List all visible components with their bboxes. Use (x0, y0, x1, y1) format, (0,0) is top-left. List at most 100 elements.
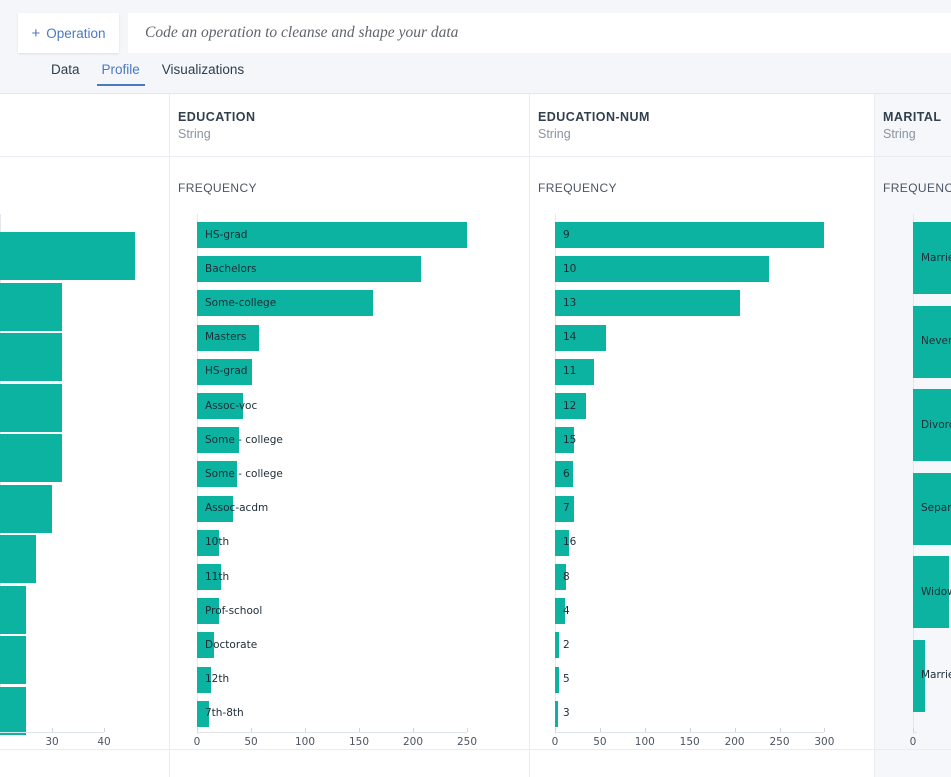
axis-tick-mark (413, 728, 414, 732)
add-operation-button[interactable]: + Operation (18, 13, 119, 53)
axis-tick-label: 0 (193, 736, 201, 748)
bar[interactable] (555, 632, 560, 659)
column-type: String (538, 127, 571, 141)
axis-tick-label: 250 (769, 736, 790, 748)
bar[interactable] (0, 383, 63, 432)
tab-visualizations[interactable]: Visualizations (151, 57, 255, 86)
column-name: EDUCATION (178, 110, 256, 124)
bar-label: Bachelors (205, 262, 257, 275)
axis-tick-label: 250 (456, 736, 478, 748)
bar-label: 11th (205, 570, 230, 583)
column-metric-label: FREQUENCY (178, 181, 257, 195)
bar[interactable] (0, 585, 26, 634)
axis-rule (913, 732, 917, 733)
bar[interactable] (555, 666, 560, 693)
axis-tick-label: 0 (551, 736, 559, 748)
bar-label: 5 (563, 673, 570, 686)
axis-rule (555, 732, 825, 733)
axis-tick-label: 50 (593, 736, 607, 748)
bar[interactable] (555, 700, 558, 727)
column-header-education: EDUCATION String (170, 94, 529, 157)
bar-label: HS-grad (205, 365, 248, 378)
bar-label: Widowe (921, 585, 951, 598)
column-type: String (883, 127, 916, 141)
axis-tick-label: 300 (814, 736, 835, 748)
column-scrolled-partial[interactable]: 30 40 (0, 94, 170, 777)
bar[interactable] (555, 222, 825, 248)
bar[interactable] (555, 290, 740, 317)
bar-label: Assoc-acdm (205, 502, 269, 515)
bar-label: 16 (563, 536, 577, 549)
axis-tick-mark (913, 728, 914, 732)
frequency-chart-scrolled: 30 40 (0, 214, 169, 777)
axis-tick-mark (734, 728, 736, 732)
bar-label: 12 (563, 399, 577, 412)
bar-label: 7th-8th (205, 707, 244, 720)
column-type: String (178, 127, 211, 141)
column-header (0, 94, 169, 157)
bar-label: 2 (563, 638, 570, 651)
column-marital[interactable]: MARITAL String FREQUENCY Married Never-m D… (875, 94, 951, 777)
tab-data[interactable]: Data (40, 57, 91, 86)
bar[interactable] (0, 484, 52, 533)
bar-label: Doctorate (205, 638, 258, 651)
plot-area: 9 10 13 14 11 12 15 6 7 16 8 4 2 5 3 (530, 214, 874, 734)
bar-label: Prof-school (205, 604, 263, 617)
tab-bar: Data Profile Visualizations (0, 57, 951, 93)
axis-tick-label: 100 (294, 736, 316, 748)
bar[interactable] (0, 434, 63, 482)
add-operation-label: Operation (46, 25, 106, 41)
axis-tick-mark (197, 728, 198, 732)
axis-tick-label: 150 (348, 736, 370, 748)
bar-label: 9 (563, 228, 570, 241)
axis-tick-label: 0 (909, 736, 917, 748)
bar-label: Some - college (205, 467, 283, 480)
axis-tick-mark (251, 728, 252, 732)
axis-tick-mark (104, 728, 105, 732)
bar-label: 6 (563, 467, 570, 480)
axis-tick-mark (824, 728, 826, 732)
plot-area (0, 214, 169, 735)
bar-label: 10 (563, 262, 577, 275)
bar[interactable] (555, 256, 769, 283)
frequency-chart-education: HS-grad Bachelors Some-college Masters HS-g… (170, 214, 529, 777)
bar[interactable] (0, 232, 136, 280)
plot-area: HS-grad Bachelors Some-college Masters HS-g… (170, 214, 529, 734)
axis-tick-label: 40 (97, 736, 111, 748)
bar[interactable] (0, 333, 63, 381)
axis-tick-mark (599, 728, 601, 732)
column-header-education-num: EDUCATION-NUM String (530, 94, 874, 157)
axis-tick-mark (644, 728, 646, 732)
axis-tick-mark (779, 728, 781, 732)
top-toolbar: + Operation (0, 0, 951, 57)
bar-label: Some - college (205, 433, 283, 446)
column-name: EDUCATION-NUM (538, 110, 650, 124)
bar-label: 4 (563, 604, 570, 617)
bar-label: Some-college (205, 296, 277, 309)
bar-label: 3 (563, 707, 570, 720)
axis-tick-label: 50 (244, 736, 258, 748)
bar-label: Assoc-voc (205, 399, 258, 412)
column-metric-label (0, 157, 169, 181)
column-education-num[interactable]: EDUCATION-NUM String FREQUENCY 9 10 13 14 11… (530, 94, 875, 777)
bar[interactable] (0, 282, 63, 331)
operation-code-input[interactable] (128, 13, 951, 53)
profile-grid: 30 40 EDUCATION String FREQUENCY HS-grad B… (0, 93, 951, 777)
axis-tick-mark (555, 728, 556, 732)
bar-label: 13 (563, 296, 577, 309)
bar-label: 10th (205, 536, 230, 549)
bar[interactable] (0, 535, 37, 583)
bar-label: 8 (563, 570, 570, 583)
axis-tick-mark (467, 728, 468, 732)
axis-tick-label: 30 (45, 736, 59, 748)
bar-label: HS-grad (205, 228, 248, 241)
tab-profile[interactable]: Profile (91, 57, 151, 86)
bar[interactable] (0, 636, 26, 684)
bar-label: 11 (563, 365, 577, 378)
axis-tick-label: 150 (679, 736, 700, 748)
axis-tick-label: 100 (634, 736, 655, 748)
bar-label: 12th (205, 673, 230, 686)
column-education[interactable]: EDUCATION String FREQUENCY HS-grad Bachel… (170, 94, 530, 777)
bar[interactable] (0, 686, 26, 735)
plus-icon: + (31, 24, 41, 42)
